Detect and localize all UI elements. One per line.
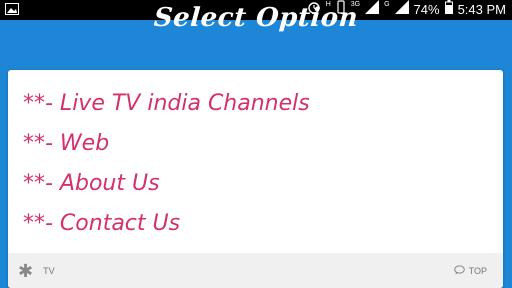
- menu-item-live-tv[interactable]: **- Live TV india Channels: [23, 86, 310, 126]
- page-title: Select Option: [152, 3, 360, 33]
- card-footer: ✱ TV TOP: [8, 253, 503, 288]
- back-to-top-label: TOP: [468, 265, 487, 276]
- options-menu: **- Live TV india Channels **- Web **- A…: [23, 86, 310, 246]
- options-card: **- Live TV india Channels **- Web **- A…: [8, 70, 503, 288]
- menu-item-contact-us[interactable]: **- Contact Us: [23, 206, 310, 246]
- menu-item-about-us[interactable]: **- About Us: [23, 166, 310, 206]
- footer-tv-label: TV: [43, 265, 55, 276]
- back-to-top-button[interactable]: TOP: [453, 264, 503, 277]
- asterisk-icon: ✱: [18, 260, 34, 281]
- menu-item-web[interactable]: **- Web: [23, 126, 310, 166]
- speech-bubble-icon: [453, 264, 465, 277]
